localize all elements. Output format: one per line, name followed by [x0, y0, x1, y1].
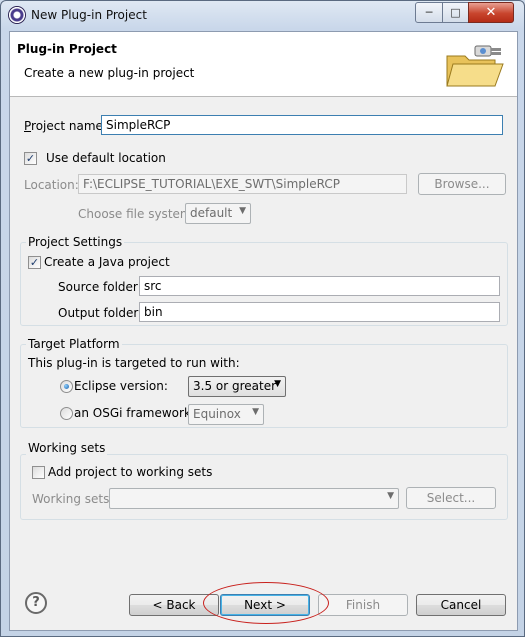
- close-button[interactable]: ✕: [468, 2, 514, 23]
- output-folder-input[interactable]: bin: [139, 302, 500, 322]
- file-system-select[interactable]: default ▼: [185, 203, 251, 224]
- project-name-label: Project name:: [24, 119, 107, 133]
- create-java-project-checkbox[interactable]: ✓: [28, 256, 41, 269]
- osgi-framework-radio[interactable]: [60, 407, 73, 420]
- minimize-button[interactable]: ─: [415, 2, 443, 23]
- file-system-label: Choose file system:: [78, 207, 196, 221]
- chevron-down-icon: ▼: [274, 379, 281, 389]
- eclipse-version-select[interactable]: 3.5 or greater ▼: [188, 376, 286, 397]
- location-label: Location:: [24, 178, 79, 192]
- folder-plug-wizard-icon: [446, 45, 504, 87]
- window-frame: New Plug-in Project ─ □ ✕ Plug-in Projec…: [0, 0, 525, 637]
- chevron-down-icon: ▼: [239, 206, 246, 216]
- wizard-banner: Plug-in Project Create a new plug-in pro…: [10, 32, 517, 97]
- chevron-down-icon: ▼: [387, 491, 394, 501]
- window-title: New Plug-in Project: [31, 8, 147, 22]
- next-button[interactable]: Next >: [220, 594, 310, 616]
- back-button[interactable]: < Back: [129, 594, 219, 616]
- source-folder-input[interactable]: src: [139, 276, 500, 296]
- add-to-working-sets-checkbox[interactable]: [32, 466, 45, 479]
- working-sets-label: Working sets:: [32, 492, 114, 506]
- add-to-working-sets-label: Add project to working sets: [48, 465, 213, 479]
- osgi-framework-select[interactable]: Equinox ▼: [188, 404, 264, 425]
- working-sets-title: Working sets: [26, 441, 108, 455]
- file-system-value: default: [190, 206, 233, 220]
- finish-button[interactable]: Finish: [318, 594, 408, 616]
- osgi-framework-label: an OSGi framework:: [74, 406, 195, 420]
- eclipse-app-icon: [9, 7, 25, 23]
- help-icon[interactable]: ?: [25, 592, 47, 614]
- browse-button[interactable]: Browse...: [418, 173, 506, 195]
- use-default-location-checkbox[interactable]: ✓: [24, 152, 37, 165]
- create-java-project-label: Create a Java project: [44, 255, 170, 269]
- page-description: Create a new plug-in project: [24, 66, 195, 80]
- dialog-content: Plug-in Project Create a new plug-in pro…: [9, 31, 518, 631]
- chevron-down-icon: ▼: [252, 407, 259, 417]
- working-sets-select[interactable]: ▼: [109, 488, 399, 509]
- eclipse-version-radio[interactable]: [60, 380, 73, 393]
- maximize-button[interactable]: □: [442, 2, 469, 23]
- target-platform-title: Target Platform: [26, 337, 122, 351]
- osgi-framework-value: Equinox: [193, 407, 241, 421]
- location-input[interactable]: F:\ECLIPSE_TUTORIAL\EXE_SWT\SimpleRCP: [78, 174, 407, 194]
- eclipse-version-label: Eclipse version:: [74, 379, 168, 393]
- use-default-location-label: Use default location: [46, 151, 166, 165]
- page-title: Plug-in Project: [17, 42, 117, 56]
- target-platform-description: This plug-in is targeted to run with:: [28, 356, 240, 370]
- eclipse-version-value: 3.5 or greater: [193, 379, 277, 393]
- source-folder-label: Source folder:: [58, 280, 142, 294]
- cancel-button[interactable]: Cancel: [416, 594, 506, 616]
- output-folder-label: Output folder:: [58, 306, 143, 320]
- select-working-sets-button[interactable]: Select...: [406, 487, 496, 509]
- project-settings-title: Project Settings: [26, 235, 125, 249]
- project-name-input[interactable]: SimpleRCP: [101, 115, 503, 135]
